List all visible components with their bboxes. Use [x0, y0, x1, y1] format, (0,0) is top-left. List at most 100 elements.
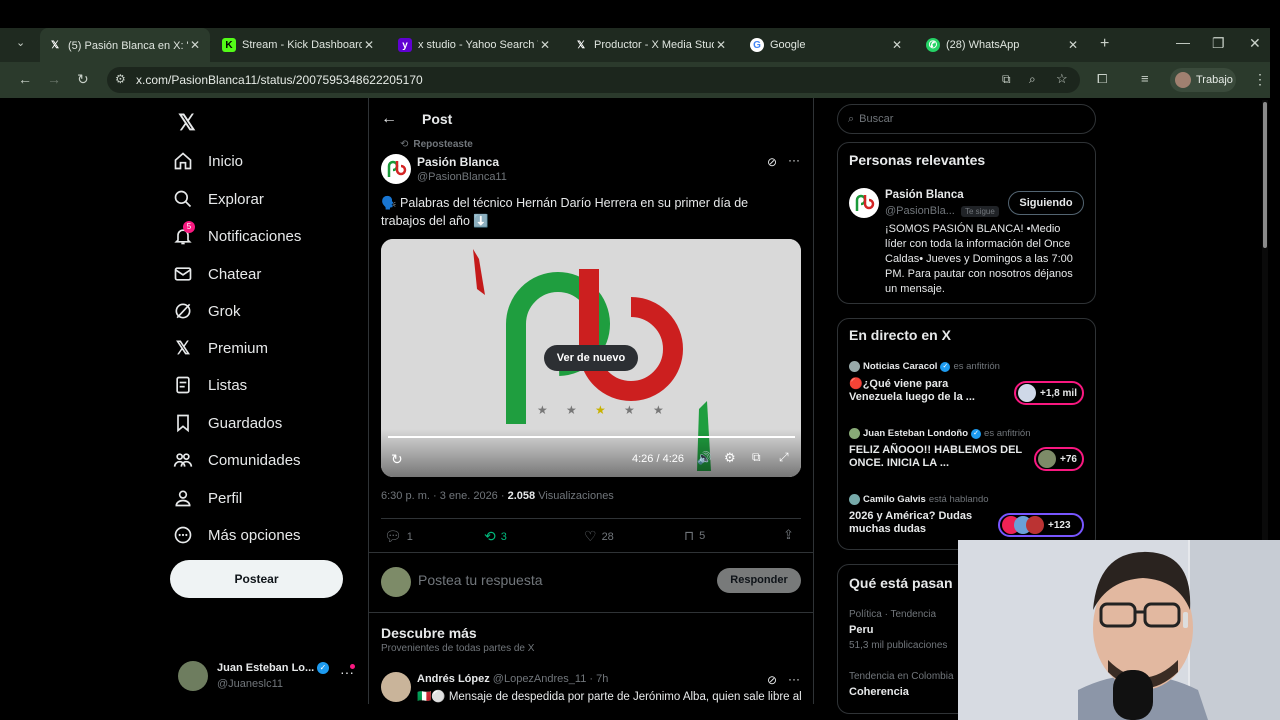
replay-overlay-button[interactable]: Ver de nuevo: [544, 345, 638, 371]
forward-icon[interactable]: →: [47, 71, 61, 87]
scrollbar-thumb[interactable]: [1263, 102, 1267, 248]
author-handle[interactable]: @PasionBlanca11: [417, 171, 507, 183]
live-role: es anfitrión: [984, 428, 1031, 439]
following-button[interactable]: Siguiendo: [1008, 191, 1084, 215]
profile-label: Trabajo: [1196, 74, 1233, 86]
post-timestamp[interactable]: 6:30 p. m. · 3 ene. 2026 ·: [381, 490, 505, 502]
sidebar-item-guardados[interactable]: Guardados: [172, 405, 282, 441]
star-icon[interactable]: ☆: [1056, 71, 1068, 87]
reply-button[interactable]: Responder: [717, 568, 801, 593]
sidebar-item-notificaciones[interactable]: 5 Notificaciones: [172, 218, 301, 254]
search-box[interactable]: ⌕ Buscar: [837, 104, 1096, 134]
tab-2[interactable]: y x studio - Yahoo Search Tu ✕: [390, 28, 560, 62]
settings-icon[interactable]: ⚙: [724, 450, 736, 466]
grok-icon: [172, 300, 194, 322]
grok-icon[interactable]: ⊘: [767, 673, 777, 687]
close-icon[interactable]: ✕: [890, 38, 904, 52]
like-action[interactable]: ♡ 28: [584, 528, 614, 545]
volume-icon[interactable]: 🔊: [697, 451, 712, 465]
account-switcher[interactable]: Juan Esteban Lo... ✓ @Juaneslc11 ···: [176, 658, 362, 698]
back-icon[interactable]: ←: [18, 71, 32, 87]
tab-search-icon[interactable]: ⌄: [16, 36, 25, 49]
menu-icon[interactable]: ⋮: [1253, 71, 1267, 88]
sidebar-item-label: Explorar: [208, 190, 264, 208]
live-listeners-badge[interactable]: +76: [1034, 447, 1084, 471]
bookmark-action[interactable]: ⊓ 5: [684, 528, 705, 544]
bio-line: un mensaje.: [885, 283, 945, 295]
close-icon[interactable]: ✕: [1066, 38, 1080, 52]
tab-4[interactable]: G Google ✕: [742, 28, 912, 62]
repost-label: Reposteaste: [413, 139, 473, 150]
video-progress-track[interactable]: [388, 436, 795, 438]
grok-icon[interactable]: ⊘: [767, 155, 777, 169]
trend-item[interactable]: Política · Tendencia Peru 51,3 mil publi…: [849, 609, 947, 651]
sidebar-item-mas-opciones[interactable]: Más opciones: [172, 517, 301, 553]
avatar[interactable]: [381, 154, 411, 184]
pip-icon[interactable]: ⧉: [752, 450, 761, 465]
relevant-name[interactable]: Pasión Blanca: [885, 189, 964, 201]
fullscreen-icon[interactable]: ⤢: [779, 450, 789, 465]
reply-action[interactable]: 💬︎ 1: [384, 528, 413, 545]
site-info-icon[interactable]: ⚙: [115, 72, 126, 86]
repost-action[interactable]: ⟲ 3: [484, 528, 507, 545]
window-close-icon[interactable]: ✕: [1249, 35, 1261, 52]
author-name[interactable]: Pasión Blanca: [417, 155, 499, 169]
avatar[interactable]: [381, 672, 411, 702]
close-icon[interactable]: ✕: [714, 38, 728, 52]
avatar: [178, 661, 208, 691]
discover-author-handle[interactable]: @LopezAndres_11 · 7h: [493, 673, 609, 685]
live-title: En directo en X: [849, 327, 951, 343]
svg-text:★: ★: [624, 403, 635, 417]
sidebar-item-chatear[interactable]: Chatear: [172, 256, 261, 292]
sidebar-item-listas[interactable]: Listas: [172, 367, 247, 403]
more-icon[interactable]: ···: [788, 153, 800, 167]
close-icon[interactable]: ✕: [538, 38, 552, 52]
sidebar-item-grok[interactable]: Grok: [172, 293, 241, 329]
sidebar-item-perfil[interactable]: Perfil: [172, 480, 242, 516]
post-button[interactable]: Postear: [170, 560, 343, 598]
minimize-icon[interactable]: —: [1176, 34, 1190, 50]
live-listeners-badge[interactable]: +1,8 mil: [1014, 381, 1084, 405]
tab-3[interactable]: 𝕏 Productor - X Media Studio ✕: [566, 28, 736, 62]
x-icon: 𝕏: [50, 39, 60, 51]
discover-title: Descubre más: [381, 625, 477, 641]
sidebar-item-comunidades[interactable]: Comunidades: [172, 442, 301, 478]
trend-item[interactable]: Tendencia en Colombia Coherencia: [849, 671, 954, 698]
avatar: [1175, 72, 1191, 88]
sidebar-item-label: Listas: [208, 376, 248, 394]
close-icon[interactable]: ✕: [362, 38, 376, 52]
video-player[interactable]: ★ ★ ★ ★ ★ Ver de nuevo ↻ 4:26 / 4:26 🔊 ⚙…: [381, 239, 801, 477]
reply-input[interactable]: Postea tu respuesta: [418, 572, 543, 588]
sidebar-item-explorar[interactable]: Explorar: [172, 181, 264, 217]
trend-context: Tendencia en Colombia: [849, 671, 954, 682]
profile-chip[interactable]: Trabajo: [1170, 68, 1236, 92]
share-icon[interactable]: ⇪: [783, 527, 794, 543]
new-tab-icon[interactable]: +: [1100, 35, 1109, 53]
extensions-icon[interactable]: ⧠: [1097, 71, 1107, 87]
install-icon[interactable]: ⧉: [1002, 72, 1011, 87]
tab-5[interactable]: ✆ (28) WhatsApp ✕: [918, 28, 1088, 62]
live-role: es anfitrión: [953, 361, 1000, 372]
sidebar-item-label: Inicio: [208, 152, 244, 170]
x-icon: 𝕏: [576, 39, 586, 51]
google-icon: G: [750, 38, 764, 52]
back-arrow-icon[interactable]: ←: [381, 110, 397, 128]
x-logo-icon[interactable]: 𝕏: [178, 110, 196, 136]
more-icon[interactable]: ···: [788, 672, 800, 686]
zoom-icon[interactable]: ⌕: [1029, 72, 1036, 87]
sidebar-item-inicio[interactable]: Inicio: [172, 143, 243, 179]
relevant-handle[interactable]: @PasionBla...: [885, 205, 955, 217]
tab-0[interactable]: 𝕏 (5) Pasión Blanca en X: "🗣 ✕: [40, 28, 210, 62]
media-icon[interactable]: ≡: [1141, 71, 1149, 86]
sidebar-item-premium[interactable]: 𝕏 Premium: [172, 330, 268, 366]
webcam-person-image: [958, 540, 1280, 720]
close-icon[interactable]: ✕: [188, 38, 202, 52]
restore-icon[interactable]: ❐: [1212, 35, 1225, 52]
avatar[interactable]: [849, 188, 879, 218]
reload-icon[interactable]: ↻: [77, 71, 89, 88]
live-listeners-badge[interactable]: +123: [998, 513, 1084, 537]
replay-icon[interactable]: ↻: [391, 451, 403, 468]
avatar: [1018, 384, 1036, 402]
tab-1[interactable]: K Stream - Kick Dashboard ✕: [214, 28, 384, 62]
discover-author-name[interactable]: Andrés López: [417, 673, 490, 685]
